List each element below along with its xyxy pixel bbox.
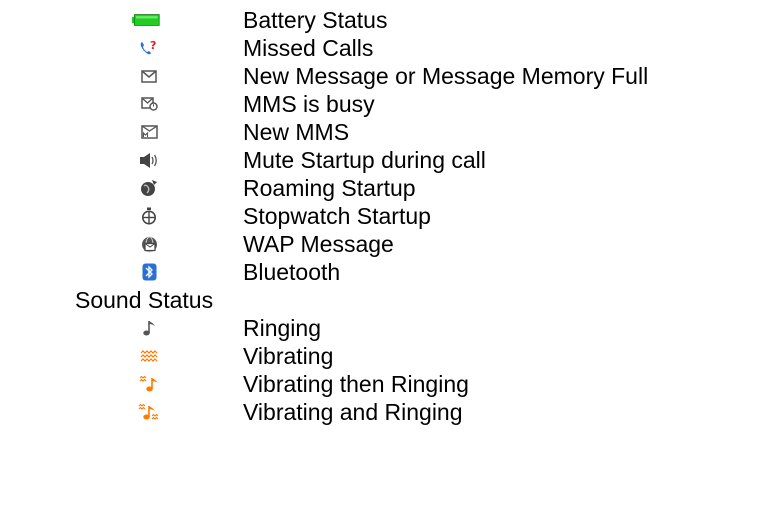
- item-label: Roaming Startup: [243, 175, 416, 201]
- item-label: New MMS: [243, 119, 350, 145]
- list-item: Mute Startup during call: [0, 147, 776, 173]
- mms-busy-icon: [138, 93, 160, 115]
- list-item: New Message or Message Memory Full: [0, 63, 776, 89]
- list-item: Bluetooth: [0, 259, 776, 285]
- bluetooth-icon: [138, 261, 160, 283]
- envelope-icon: [138, 65, 160, 87]
- item-label: New Message or Message Memory Full: [243, 63, 649, 89]
- music-note-icon: [138, 317, 160, 339]
- mute-speaker-icon: [138, 149, 160, 171]
- item-label: Vibrating then Ringing: [243, 371, 469, 397]
- list-item: ? Missed Calls: [0, 35, 776, 61]
- vibrate-icon: [138, 345, 160, 367]
- list-item: Vibrating and Ringing: [0, 399, 776, 425]
- list-item: WAP Message: [0, 231, 776, 257]
- svg-text:?: ?: [150, 39, 156, 52]
- battery-full-icon: [132, 9, 160, 31]
- item-label: WAP Message: [243, 231, 394, 257]
- vibrate-and-ring-icon: [138, 401, 160, 423]
- roaming-icon: [138, 177, 160, 199]
- new-mms-icon: [138, 121, 160, 143]
- item-label: MMS is busy: [243, 91, 375, 117]
- list-item: Battery Status: [0, 7, 776, 33]
- list-item: Roaming Startup: [0, 175, 776, 201]
- item-label: Vibrating: [243, 343, 334, 369]
- list-item: Ringing: [0, 315, 776, 341]
- section-title: Sound Status: [75, 287, 214, 313]
- list-item: Vibrating then Ringing: [0, 371, 776, 397]
- item-label: Ringing: [243, 315, 321, 341]
- item-label: Battery Status: [243, 7, 388, 33]
- wap-message-icon: [138, 233, 160, 255]
- list-item: MMS is busy: [0, 91, 776, 117]
- item-label: Stopwatch Startup: [243, 203, 431, 229]
- stopwatch-icon: [138, 205, 160, 227]
- item-label: Bluetooth: [243, 259, 341, 285]
- vibrate-then-ring-icon: [138, 373, 160, 395]
- item-label: Mute Startup during call: [243, 147, 486, 173]
- item-label: Vibrating and Ringing: [243, 399, 463, 425]
- list-item: New MMS: [0, 119, 776, 145]
- list-item: Stopwatch Startup: [0, 203, 776, 229]
- list-item: Vibrating: [0, 343, 776, 369]
- item-label: Missed Calls: [243, 35, 374, 61]
- missed-call-icon: ?: [138, 37, 160, 59]
